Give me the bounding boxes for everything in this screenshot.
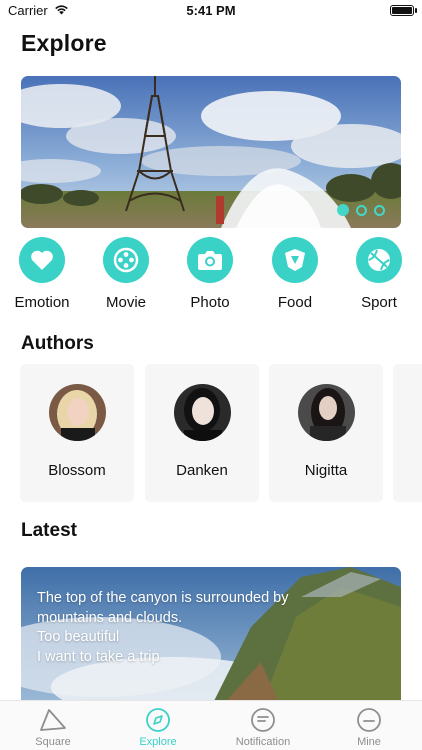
author-name: Danken <box>176 462 228 479</box>
food-icon <box>272 237 318 283</box>
latest-post-text: The top of the canyon is surrounded by m… <box>37 589 381 667</box>
clock: 5:41 PM <box>186 3 236 18</box>
category-sport[interactable]: Sport <box>339 237 419 311</box>
battery-icon <box>390 5 417 16</box>
tab-square[interactable]: Square <box>3 707 103 748</box>
latest-post-card[interactable]: The top of the canyon is surrounded by m… <box>21 567 401 707</box>
category-label: Food <box>277 294 313 311</box>
carousel-dot[interactable] <box>356 204 367 216</box>
tab-label: Mine <box>357 736 381 748</box>
category-movie[interactable]: Movie <box>86 237 166 311</box>
carousel-dot-active[interactable] <box>337 204 349 216</box>
author-name: Blossom <box>48 462 106 479</box>
author-card[interactable]: Blossom <box>20 364 134 502</box>
film-reel-icon <box>103 237 149 283</box>
status-bar: Carrier 5:41 PM <box>0 0 422 22</box>
compass-icon <box>108 707 208 733</box>
avatar <box>298 384 355 441</box>
authors-heading: Authors <box>21 333 94 354</box>
latest-text-line: mountains and clouds. <box>37 609 183 626</box>
page-title: Explore <box>21 30 107 56</box>
tab-notification[interactable]: Notification <box>213 707 313 748</box>
category-label: Emotion <box>14 294 70 311</box>
camera-icon <box>187 237 233 283</box>
authors-list[interactable]: Blossom Danken Nigitta <box>20 364 422 502</box>
category-label: Movie <box>105 294 146 311</box>
tab-label: Square <box>35 736 71 748</box>
author-card-partial[interactable] <box>393 364 422 502</box>
avatar <box>174 384 231 441</box>
ball-icon <box>356 237 402 283</box>
tab-explore[interactable]: Explore <box>108 707 208 748</box>
carousel-dot[interactable] <box>374 204 385 216</box>
notification-icon <box>213 707 313 733</box>
tab-label: Explore <box>139 736 177 748</box>
profile-icon <box>319 707 419 733</box>
category-food[interactable]: Food <box>255 237 335 311</box>
banner-carousel[interactable] <box>21 76 401 228</box>
heart-icon <box>19 237 65 283</box>
category-label: Sport <box>361 294 397 311</box>
tab-mine[interactable]: Mine <box>319 707 419 748</box>
author-card[interactable]: Danken <box>145 364 259 502</box>
triangle-icon <box>3 707 103 733</box>
tab-label: Notification <box>235 736 291 748</box>
latest-text-line: I want to take a trip <box>37 648 160 665</box>
category-photo[interactable]: Photo <box>170 237 250 311</box>
tab-bar: Square Explore Notification Mine <box>0 700 422 750</box>
category-label: Photo <box>190 294 230 311</box>
latest-heading: Latest <box>21 520 77 541</box>
author-card[interactable]: Nigitta <box>269 364 383 502</box>
latest-text-line: The top of the canyon is surrounded by <box>37 590 289 606</box>
author-name: Nigitta <box>304 462 348 479</box>
latest-text-line: Too beautiful <box>37 629 120 645</box>
category-row: Emotion Movie Photo Food Sport <box>0 237 422 317</box>
carousel-dots <box>337 204 385 216</box>
avatar <box>49 384 106 441</box>
category-emotion[interactable]: Emotion <box>2 237 82 311</box>
